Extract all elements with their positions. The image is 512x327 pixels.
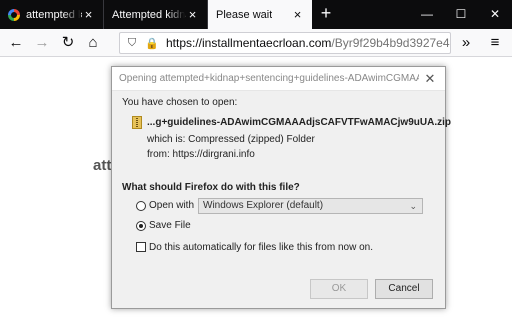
close-tab-icon[interactable]: × xyxy=(186,8,199,21)
auto-action-checkbox[interactable] xyxy=(136,242,146,252)
maximize-button[interactable]: ☐ xyxy=(444,0,478,29)
tab-please-wait[interactable]: Please wait × xyxy=(208,0,312,29)
close-window-button[interactable]: ✕ xyxy=(478,0,512,29)
ok-button[interactable]: OK xyxy=(310,279,368,299)
auto-action-label[interactable]: Do this automatically for files like thi… xyxy=(149,242,373,253)
action-question: What should Firefox do with this file? xyxy=(122,182,300,193)
file-source: from: https://dirgrani.info xyxy=(147,149,255,160)
tab-label: Please wait xyxy=(216,8,273,21)
lock-icon[interactable]: 🔒 xyxy=(144,37,160,50)
url-text[interactable]: https://installmentaecrloan.com/Byr9f29b… xyxy=(166,36,450,50)
home-icon[interactable]: ⌂ xyxy=(82,33,104,53)
zip-file-icon xyxy=(132,116,142,129)
chevron-down-icon: ⌄ xyxy=(409,201,417,211)
reload-icon[interactable]: ↻ xyxy=(57,33,79,53)
open-with-label[interactable]: Open with xyxy=(149,200,194,211)
dialog-title: Opening attempted+kidnap+sentencing+guid… xyxy=(119,73,419,84)
open-with-radio[interactable] xyxy=(136,201,146,211)
shield-icon[interactable]: ⛉ xyxy=(124,37,140,50)
new-tab-button[interactable]: + xyxy=(312,0,340,29)
save-file-radio[interactable] xyxy=(136,221,146,231)
cancel-button[interactable]: Cancel xyxy=(375,279,433,299)
close-tab-icon[interactable]: × xyxy=(291,8,304,21)
minimize-button[interactable]: — xyxy=(410,0,444,29)
navigation-toolbar: ← → ↻ ⌂ ⛉ 🔒 https://installmentaecrloan.… xyxy=(0,29,512,57)
address-bar[interactable]: ⛉ 🔒 https://installmentaecrloan.com/Byr9… xyxy=(119,32,451,54)
file-type: which is: Compressed (zipped) Folder xyxy=(147,134,315,145)
close-icon[interactable]: ✕ xyxy=(423,72,437,86)
close-tab-icon[interactable]: × xyxy=(82,8,95,21)
page-heading: att xyxy=(93,157,112,174)
overflow-menu-icon[interactable]: » xyxy=(455,33,477,53)
save-file-label[interactable]: Save File xyxy=(149,220,191,231)
file-name: ...g+guidelines-ADAwimCGMAAAdjsCAFVTFwAM… xyxy=(147,117,451,128)
tab-attempted-kidnap[interactable]: attempted kidnap × xyxy=(0,0,104,29)
dialog-titlebar: Opening attempted+kidnap+sentencing+guid… xyxy=(112,67,445,91)
open-with-app: Windows Explorer (default) xyxy=(203,200,324,211)
google-g-icon xyxy=(8,8,20,21)
back-icon[interactable]: ← xyxy=(5,33,27,53)
intro-text: You have chosen to open: xyxy=(122,97,238,108)
open-with-select[interactable]: Windows Explorer (default) ⌄ xyxy=(198,198,423,214)
hamburger-menu-icon[interactable]: ≡ xyxy=(484,33,506,53)
tab-attempted-kidnap-sen[interactable]: Attempted kidnap sen × xyxy=(104,0,208,29)
forward-icon[interactable]: → xyxy=(31,33,53,53)
